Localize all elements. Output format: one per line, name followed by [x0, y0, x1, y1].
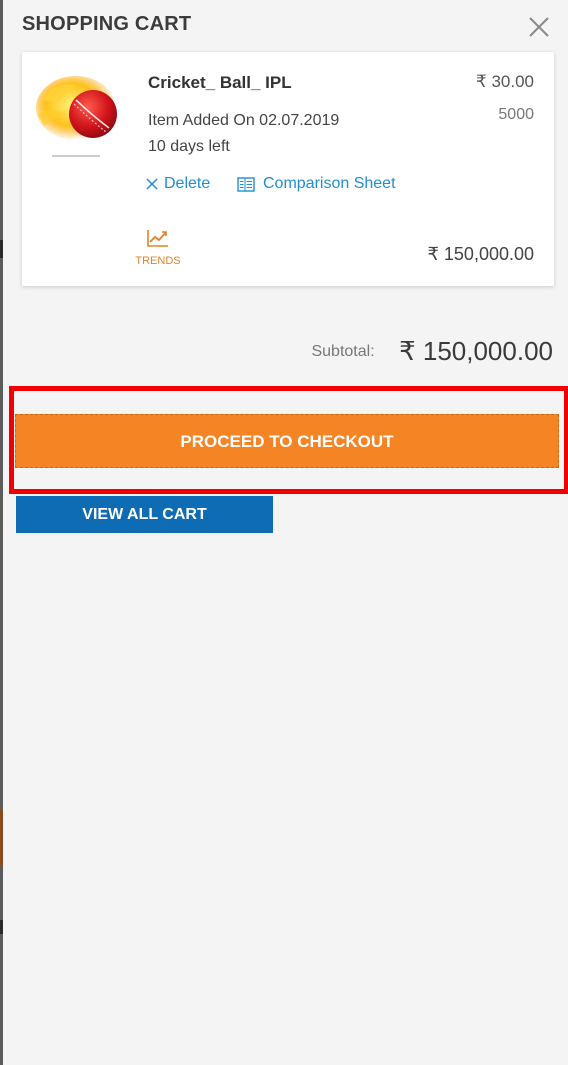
quantity: 5000	[498, 106, 534, 123]
delete-link[interactable]: Delete	[146, 175, 210, 193]
trend-chart-icon	[147, 230, 168, 247]
x-icon	[146, 178, 158, 190]
subtotal-value: ₹ 150,000.00	[399, 336, 553, 366]
subtotal-label: Subtotal:	[311, 342, 375, 360]
cricket-ball-image	[36, 76, 117, 157]
trends-label: TRENDS	[135, 255, 181, 267]
document-icon	[237, 176, 255, 192]
cart-title: SHOPPING CART	[22, 13, 192, 35]
edge-mark	[0, 810, 3, 865]
page-left-edge	[0, 0, 3, 1065]
product-name[interactable]: Cricket_ Ball_ IPL	[148, 73, 292, 93]
line-total: ₹ 150,000.00	[427, 244, 534, 264]
product-image[interactable]	[36, 70, 126, 170]
view-all-cart-button[interactable]: VIEW ALL CART	[16, 496, 273, 533]
subtotal-row: Subtotal: ₹ 150,000.00	[3, 336, 553, 367]
edge-mark	[0, 240, 3, 258]
trends-button[interactable]: TRENDS	[130, 228, 186, 267]
close-icon	[529, 17, 549, 37]
edge-mark	[0, 920, 3, 934]
cart-item-card: Cricket_ Ball_ IPL Item Added On 02.07.2…	[22, 52, 554, 286]
comparison-sheet-label: Comparison Sheet	[263, 175, 396, 192]
close-button[interactable]	[526, 14, 552, 40]
comparison-sheet-link[interactable]: Comparison Sheet	[237, 175, 396, 193]
cart-header: SHOPPING CART	[3, 0, 568, 52]
delete-label: Delete	[164, 175, 211, 192]
days-left: 10 days left	[148, 138, 230, 155]
item-added-date: Item Added On 02.07.2019	[148, 112, 340, 129]
unit-price: ₹ 30.00	[475, 72, 534, 91]
proceed-to-checkout-button[interactable]: PROCEED TO CHECKOUT	[15, 414, 559, 468]
